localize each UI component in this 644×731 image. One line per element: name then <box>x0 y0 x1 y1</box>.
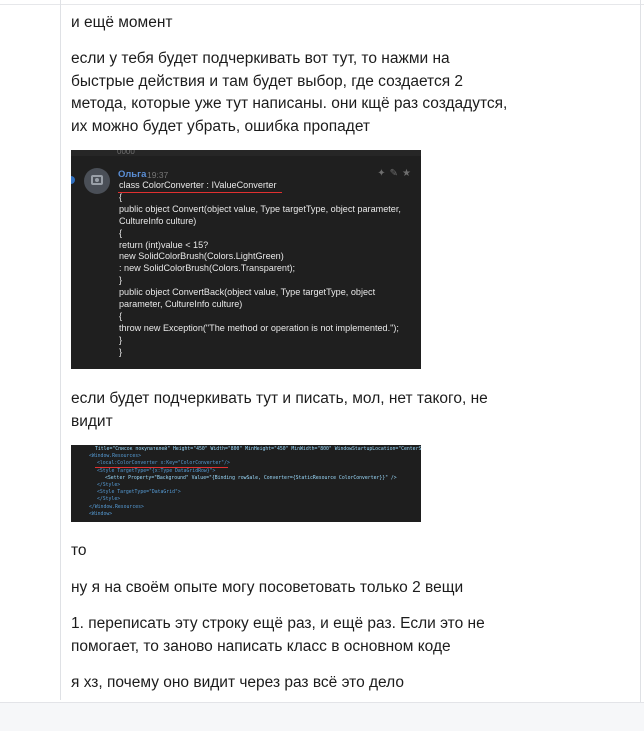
message-text: я хз, почему оно видит через раз всё это… <box>71 672 541 695</box>
message-line: если будет подчеркивать тут и писать, мо… <box>71 390 488 407</box>
code-line: } <box>119 275 123 286</box>
top-divider <box>0 4 644 5</box>
code-line: { <box>119 310 123 321</box>
camera-icon <box>91 175 103 185</box>
message-line: 1. переписать эту строку ещё раз, и ещё … <box>71 615 485 632</box>
code-line: <Style TargetType="DataGrid"> <box>97 490 181 496</box>
code-line: { <box>119 191 123 202</box>
code-line: <local:ColorConverter x:Key="ColorConver… <box>97 461 230 467</box>
code-line: { <box>119 227 123 238</box>
code-line: <Style TargetType="{x:Type DataGridRow}"… <box>97 468 216 474</box>
message-text: то <box>71 540 541 563</box>
code-line: return (int)value < 15? <box>119 239 209 250</box>
attached-image-chat-code[interactable]: 0000 Ольга 19:37 ✦✎★ class ColorConverte… <box>71 150 421 369</box>
code-line: public object Convert(object value, Type… <box>119 203 401 214</box>
code-line: Title="Список покупателей" Height="450" … <box>95 447 421 452</box>
message-line: я хз, почему оно видит через раз всё это… <box>71 674 404 691</box>
footer-area <box>0 703 644 731</box>
message-line: и ещё момент <box>71 14 173 31</box>
pin-icon: ✦ <box>377 168 390 179</box>
code-block: class ColorConverter : IValueConverter{p… <box>119 180 419 359</box>
code-line: <Window> <box>89 511 113 517</box>
message-text: ну я на своём опыте могу посоветовать то… <box>71 577 541 600</box>
message-text: если будет подчеркивать тут и писать, мо… <box>71 388 541 433</box>
code-line: <Window.Resources> <box>89 454 141 460</box>
code-line: } <box>119 334 123 345</box>
message-line: метода, которые уже тут написаны. они кщ… <box>71 95 508 112</box>
code-line: </Window.Resources> <box>89 504 144 510</box>
right-gutter-divider <box>640 0 641 712</box>
code-line: class ColorConverter : IValueConverter <box>119 180 277 190</box>
code-line: throw new Exception("The method or opera… <box>119 322 399 333</box>
message-text: 1. переписать эту строку ещё раз, и ещё … <box>71 613 541 658</box>
code-line: CultureInfo culture) <box>119 215 197 226</box>
cropped-text: 0000 <box>117 150 135 156</box>
message-actions: ✦✎★ <box>377 168 415 179</box>
message-time: 19:37 <box>147 170 169 180</box>
code-line: </Style> <box>97 483 121 488</box>
message-line: ну я на своём опыте могу посоветовать то… <box>71 579 464 596</box>
message-line: помогает, то заново написать класс в осн… <box>71 637 451 655</box>
chat-page: и ещё момент если у тебя будет подчеркив… <box>0 0 644 731</box>
code-line: new SolidColorBrush(Colors.LightGreen) <box>119 251 284 262</box>
code-line: : new SolidColorBrush(Colors.Transparent… <box>119 263 296 274</box>
error-underline <box>118 191 282 194</box>
edit-icon: ✎ <box>389 168 403 179</box>
code-line: </Style> <box>97 497 121 503</box>
message-line: их можно будет убрать, ошибка пропадет <box>71 117 371 135</box>
message-line: видит <box>71 412 113 430</box>
attached-image-xaml-code[interactable]: Title="Список покупателей" Height="450" … <box>71 445 421 522</box>
message-text: и ещё момент <box>71 12 541 35</box>
code-line: } <box>119 346 123 357</box>
message-line: то <box>71 542 87 559</box>
message-line: быстрые действия и там будет выбор, где … <box>71 72 464 90</box>
message-text: если у тебя будет подчеркивать вот тут, … <box>71 48 541 138</box>
star-icon: ★ <box>402 168 415 179</box>
code-line: parameter, CultureInfo culture) <box>119 299 243 310</box>
unread-dot <box>71 176 75 184</box>
code-line: <Setter Property="Background" Value="{Bi… <box>105 475 397 481</box>
code-line: public object ConvertBack(object value, … <box>119 287 376 298</box>
message-line: если у тебя будет подчеркивать вот тут, … <box>71 50 450 67</box>
message-author: Ольга <box>118 169 147 180</box>
left-gutter-divider <box>60 0 61 700</box>
